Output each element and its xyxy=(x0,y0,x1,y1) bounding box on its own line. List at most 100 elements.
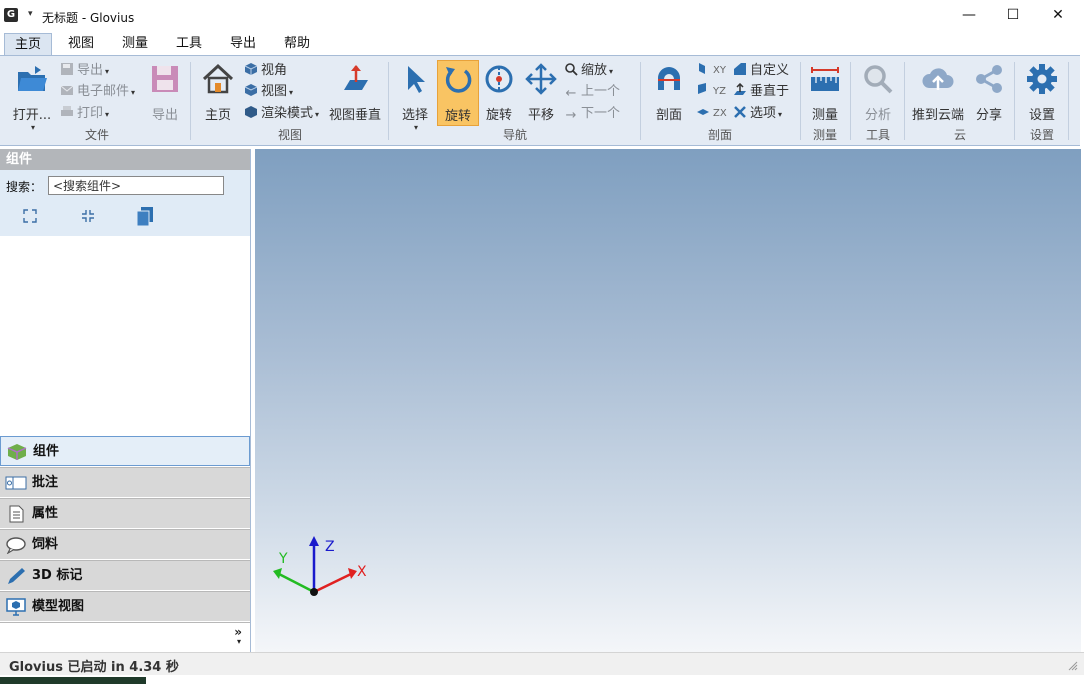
print-label: 打印 xyxy=(77,106,104,121)
minimize-button[interactable]: — xyxy=(946,0,992,32)
more-dropdown-icon[interactable]: ▾ xyxy=(237,637,241,646)
resize-grip-icon[interactable] xyxy=(1068,661,1078,671)
section-yz-button[interactable]: YZ xyxy=(696,82,726,102)
nav-3d-markup[interactable]: 3D 标记 xyxy=(0,560,250,590)
analyze-magnifier-icon xyxy=(864,65,893,94)
group-label-tools: 工具 xyxy=(865,128,890,142)
rotate-active-button[interactable]: 旋转 xyxy=(437,60,479,126)
previous-label: 上一个 xyxy=(581,84,621,99)
arrow-right-icon: → xyxy=(565,108,577,123)
settings-button[interactable]: 设置 xyxy=(1022,62,1062,123)
section-xy-button[interactable]: XY xyxy=(696,61,726,81)
expand-all-icon[interactable] xyxy=(22,208,38,224)
view-perpendicular-button[interactable]: 视图垂直 xyxy=(326,62,384,123)
ribbon-separator xyxy=(1068,62,1069,140)
select-button[interactable]: 选择 ▾ xyxy=(396,62,434,132)
section-button[interactable]: 剖面 xyxy=(650,62,688,123)
home-view-button[interactable]: 主页 xyxy=(198,62,238,123)
view-dropdown-icon: ▾ xyxy=(289,88,294,97)
x-axis-label: X xyxy=(357,564,367,580)
export-small-button[interactable]: 导出 ▾ xyxy=(60,61,109,81)
email-button[interactable]: 电子邮件 ▾ xyxy=(60,82,135,102)
tools-cross-icon xyxy=(734,106,746,118)
nav-components[interactable]: 组件 xyxy=(0,436,250,466)
email-icon xyxy=(60,85,74,95)
render-mode-button[interactable]: 渲染模式 ▾ xyxy=(244,104,319,124)
pen-icon xyxy=(8,568,25,584)
search-input[interactable] xyxy=(48,176,224,195)
nav-annotations[interactable]: 批注 xyxy=(0,467,250,497)
ribbon-tabs: 主页 视图 测量 工具 导出 帮助 xyxy=(0,32,1084,56)
next-button[interactable]: → 下一个 xyxy=(564,104,620,124)
3d-viewport[interactable]: Z X Y xyxy=(255,149,1081,652)
options-dropdown-icon: ▾ xyxy=(778,110,783,119)
zoom-button[interactable]: 缩放 ▾ xyxy=(564,61,613,81)
rotate-active-label: 旋转 xyxy=(444,109,471,124)
plane-yz-icon xyxy=(698,83,706,94)
folder-open-icon xyxy=(18,66,47,91)
zoom-magnifier-icon xyxy=(565,63,578,76)
ribbon: 打开... ▾ 导出 ▾ 电子邮件 ▾ 打印 ▾ 导出 文件 主页 视角 视图 ▾ 渲染… xyxy=(0,55,1080,146)
taskbar-segment xyxy=(0,677,146,684)
print-icon xyxy=(61,106,73,116)
copy-pages-icon[interactable] xyxy=(134,205,156,227)
nav-properties[interactable]: 属性 xyxy=(0,498,250,528)
quick-access-dropdown-icon[interactable]: ▾ xyxy=(28,9,33,19)
component-tree[interactable] xyxy=(0,236,250,436)
cube-icon xyxy=(244,63,258,75)
ribbon-separator xyxy=(640,62,641,140)
measure-label: 测量 xyxy=(811,108,838,123)
save-label: 导出 xyxy=(151,108,178,123)
measure-button[interactable]: 测量 xyxy=(806,62,844,123)
tab-tools[interactable]: 工具 xyxy=(166,33,212,55)
rotate-icon xyxy=(445,67,472,93)
section-perpendicular-button[interactable]: 垂直于 xyxy=(733,82,789,102)
section-zx-button[interactable]: ZX xyxy=(696,104,727,124)
app-logo-icon[interactable]: G xyxy=(4,8,18,22)
maximize-button[interactable]: ☐ xyxy=(990,0,1036,32)
collapse-all-icon[interactable] xyxy=(80,208,96,224)
render-mode-dropdown-icon: ▾ xyxy=(315,110,320,119)
tab-measure[interactable]: 测量 xyxy=(112,33,158,55)
view-angle-button[interactable]: 视角 xyxy=(244,61,287,81)
export-small-label: 导出 xyxy=(77,63,104,78)
cursor-arrow-icon xyxy=(408,66,425,93)
close-button[interactable]: ✕ xyxy=(1035,0,1081,32)
nav-model-views[interactable]: 模型视图 xyxy=(0,591,250,621)
save-button[interactable]: 导出 xyxy=(146,62,184,123)
nav-feed[interactable]: 饲料 xyxy=(0,529,250,559)
print-button[interactable]: 打印 ▾ xyxy=(60,104,109,124)
rotate-button[interactable]: 旋转 xyxy=(480,62,518,123)
open-dropdown-icon[interactable]: ▾ xyxy=(12,123,54,132)
search-area: 搜索： xyxy=(0,170,250,236)
ribbon-separator xyxy=(190,62,191,140)
section-options-button[interactable]: 选项 ▾ xyxy=(733,104,782,124)
plane-arrow-icon xyxy=(344,65,368,90)
nav-3d-markup-label: 3D 标记 xyxy=(32,568,83,583)
pan-button[interactable]: 平移 xyxy=(522,62,560,123)
export-dropdown-icon: ▾ xyxy=(105,67,110,76)
x-axis-line xyxy=(313,572,352,594)
plane-zx-icon xyxy=(697,109,709,115)
analyze-button[interactable]: 分析 xyxy=(858,62,898,123)
share-button[interactable]: 分享 xyxy=(970,62,1008,123)
select-dropdown-icon[interactable]: ▾ xyxy=(398,123,434,132)
view-button[interactable]: 视图 ▾ xyxy=(244,82,293,102)
push-to-cloud-button[interactable]: 推到云端 xyxy=(910,62,966,123)
section-custom-label: 自定义 xyxy=(750,63,790,78)
nav-model-views-label: 模型视图 xyxy=(32,599,85,614)
section-custom-button[interactable]: 自定义 xyxy=(733,61,789,81)
cloud-upload-icon xyxy=(922,68,954,90)
print-dropdown-icon: ▾ xyxy=(105,110,110,119)
tab-help[interactable]: 帮助 xyxy=(274,33,320,55)
tab-view[interactable]: 视图 xyxy=(58,33,104,55)
previous-button[interactable]: ← 上一个 xyxy=(564,82,620,102)
tab-export[interactable]: 导出 xyxy=(220,33,266,55)
open-button[interactable]: 打开... ▾ xyxy=(10,62,54,132)
nav-feed-label: 饲料 xyxy=(32,537,59,552)
group-label-navigation: 导航 xyxy=(502,128,527,142)
tab-home[interactable]: 主页 xyxy=(4,33,53,56)
pan-label: 平移 xyxy=(527,108,554,123)
taskbar-strip xyxy=(0,677,1084,684)
open-label: 打开... xyxy=(12,108,52,123)
